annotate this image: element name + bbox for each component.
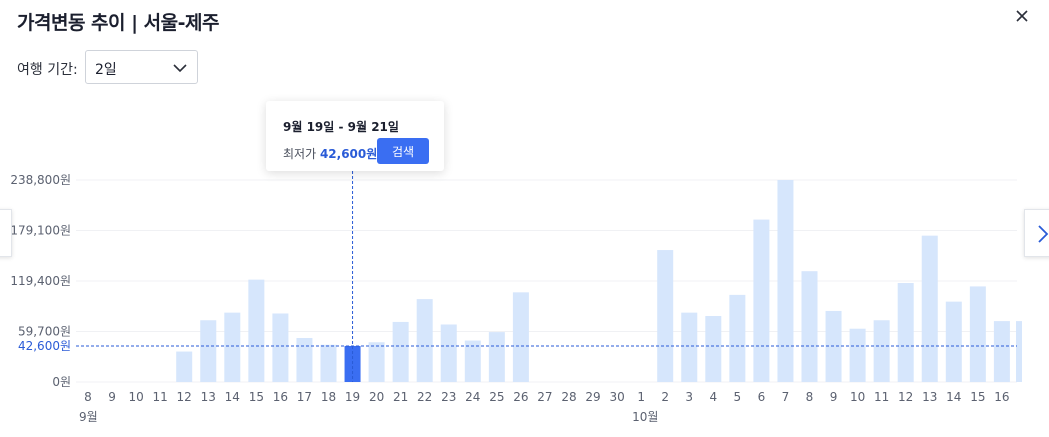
bar — [320, 344, 337, 382]
next-button[interactable] — [1024, 209, 1049, 257]
x-tick-label: 4 — [709, 390, 717, 404]
bar — [392, 321, 409, 382]
bar — [945, 301, 962, 382]
x-tick-label: 15 — [970, 390, 985, 404]
y-tick-label: 119,400원 — [10, 274, 71, 288]
tooltip-lowest-label: 최저가 — [283, 147, 317, 161]
x-tick-label: 13 — [201, 390, 216, 404]
bar — [873, 320, 890, 382]
bar — [993, 321, 1010, 382]
y-tick-label: 0원 — [52, 375, 71, 389]
bar — [753, 219, 770, 382]
x-tick-label: 2 — [661, 390, 669, 404]
x-tick-label: 29 — [585, 390, 600, 404]
bar — [368, 342, 385, 382]
month-label: 10월 — [632, 410, 658, 424]
x-tick-label: 24 — [465, 390, 480, 404]
tooltip-lowest-price: 42,600원 — [319, 147, 378, 161]
x-tick-label: 30 — [609, 390, 624, 404]
bar — [729, 294, 746, 382]
bar — [801, 271, 818, 382]
x-tick-label: 25 — [489, 390, 504, 404]
x-tick-label: 18 — [321, 390, 336, 404]
bar — [897, 283, 914, 382]
tooltip-date-range: 9월 19일 - 9월 21일 — [283, 120, 399, 134]
x-tick-label: 6 — [758, 390, 766, 404]
bar — [416, 299, 433, 382]
x-tick-label: 22 — [417, 390, 432, 404]
bar — [296, 338, 313, 382]
x-tick-label: 14 — [225, 390, 240, 404]
x-tick-label: 28 — [561, 390, 576, 404]
x-tick-label: 9 — [108, 390, 116, 404]
lowest-price-label: 42,600원 — [18, 339, 71, 353]
x-tick-label: 11 — [874, 390, 889, 404]
x-tick-label: 20 — [369, 390, 384, 404]
x-tick-label: 23 — [441, 390, 456, 404]
y-tick-label: 59,700원 — [18, 325, 71, 339]
bar — [921, 235, 938, 382]
bar — [488, 332, 505, 382]
bar — [681, 312, 698, 382]
price-chart: 0원 59,700원 119,400원 179,100원 238,800원 42,600원… — [10, 171, 1022, 424]
x-tick-label: 1 — [637, 390, 645, 404]
x-tick-label: 12 — [898, 390, 913, 404]
bar — [777, 180, 794, 382]
x-tick-label: 27 — [537, 390, 552, 404]
bar — [224, 312, 241, 382]
bar — [200, 320, 217, 382]
bar — [176, 351, 193, 382]
x-tick-label: 10 — [128, 390, 143, 404]
bar — [272, 313, 289, 382]
bar — [825, 310, 842, 382]
bar — [705, 316, 722, 382]
x-tick-label: 10 — [850, 390, 865, 404]
x-tick-label: 15 — [249, 390, 264, 404]
search-button[interactable]: 검색 — [377, 138, 429, 164]
x-tick-label: 8 — [84, 390, 92, 404]
price-tooltip: 9월 19일 - 9월 21일 최저가 42,600원 검색 — [266, 101, 444, 171]
x-tick-label: 21 — [393, 390, 408, 404]
x-tick-label: 26 — [513, 390, 528, 404]
x-tick-label: 5 — [734, 390, 742, 404]
y-tick-label: 238,800원 — [10, 173, 71, 187]
x-tick-label: 16 — [273, 390, 288, 404]
month-label: 9월 — [79, 410, 98, 424]
x-tick-label: 7 — [782, 390, 790, 404]
tooltip-lowest: 최저가 42,600원 — [283, 145, 377, 162]
bar — [248, 279, 265, 382]
x-tick-label: 16 — [994, 390, 1009, 404]
x-tick-label: 19 — [345, 390, 360, 404]
y-tick-label: 179,100원 — [10, 224, 71, 238]
bar — [512, 292, 529, 382]
x-tick-label: 8 — [806, 390, 814, 404]
x-tick-label: 14 — [946, 390, 961, 404]
chevron-right-icon — [1038, 225, 1049, 243]
x-tick-label: 12 — [177, 390, 192, 404]
x-tick-label: 13 — [922, 390, 937, 404]
x-tick-label: 3 — [685, 390, 693, 404]
bar — [440, 324, 457, 382]
bar-partial — [1016, 321, 1022, 382]
bar — [849, 328, 866, 382]
bar — [969, 286, 986, 382]
x-tick-label: 11 — [153, 390, 168, 404]
x-tick-label: 17 — [297, 390, 312, 404]
x-tick-label: 9 — [830, 390, 838, 404]
bar — [657, 250, 674, 382]
prev-button[interactable] — [0, 209, 12, 257]
bar — [464, 340, 481, 382]
